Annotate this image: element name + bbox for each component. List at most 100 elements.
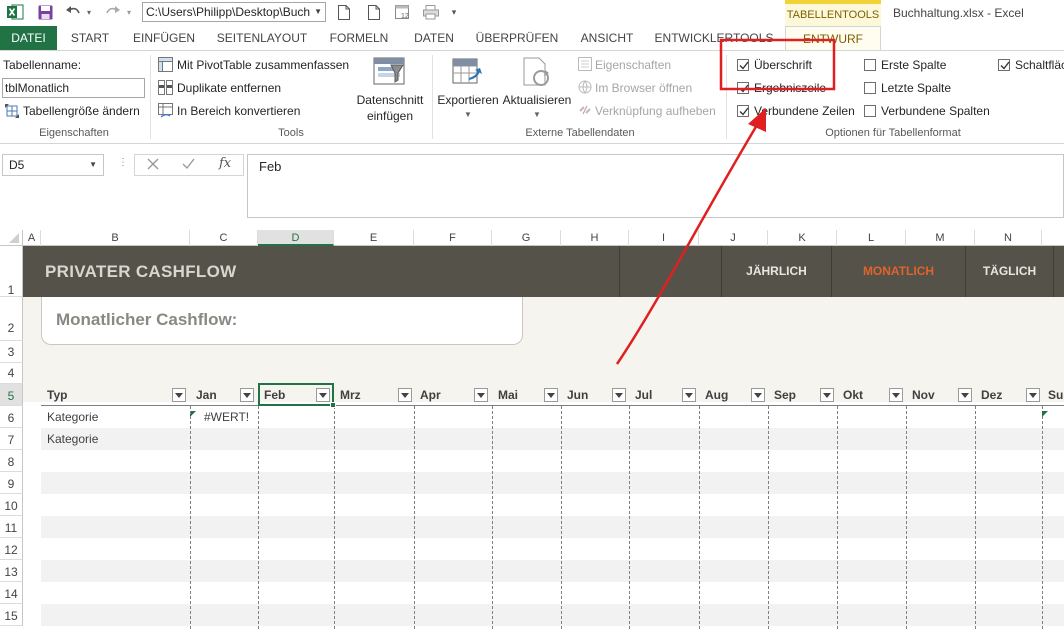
header-sum[interactable]: Su [1042, 384, 1064, 406]
first-column-checkbox[interactable] [864, 59, 876, 71]
export-dropdown-icon[interactable]: ▼ [437, 107, 499, 123]
row-header-9[interactable]: 9 [0, 472, 23, 494]
type-cell[interactable]: Kategorie [41, 428, 190, 450]
excel-logo-icon[interactable] [6, 3, 24, 21]
banded-columns-label[interactable]: Verbundene Spalten [881, 103, 990, 119]
filter-dropdown-icon[interactable] [751, 388, 765, 402]
banded-columns-checkbox[interactable] [864, 105, 876, 117]
header-row-label[interactable]: Überschrift [754, 57, 812, 73]
row-header-8[interactable]: 8 [0, 450, 23, 472]
banded-rows-label[interactable]: Verbundene Zeilen [754, 103, 855, 119]
refresh-button[interactable]: Aktualisieren [501, 92, 573, 108]
pivot-button[interactable]: Mit PivotTable zusammenfassen [177, 57, 349, 73]
undo-icon[interactable] [64, 3, 82, 21]
filter-dropdown-icon[interactable] [240, 388, 254, 402]
refresh-dropdown-icon[interactable]: ▼ [501, 107, 573, 123]
nav-daily[interactable]: TÄGLICH [965, 246, 1053, 297]
calendar-icon[interactable]: 12 [394, 3, 412, 21]
column-header-k[interactable]: K [768, 230, 837, 246]
customize-qat-icon[interactable]: ▾ [448, 3, 460, 21]
cancel-icon[interactable] [147, 158, 159, 173]
tab-developer[interactable]: ENTWICKLERTOOLS [652, 26, 776, 50]
refresh-icon[interactable] [521, 57, 555, 92]
remove-duplicates-button[interactable]: Duplikate entfernen [177, 80, 281, 96]
undo-dropdown-icon[interactable]: ▾ [84, 3, 94, 21]
row-header-14[interactable]: 14 [0, 582, 23, 604]
total-row-label[interactable]: Ergebniszeile [754, 80, 826, 96]
tab-data[interactable]: DATEN [406, 26, 462, 50]
print-preview-icon[interactable] [422, 3, 440, 21]
row-header-13[interactable]: 13 [0, 560, 23, 582]
export-button[interactable]: Exportieren [437, 92, 499, 108]
active-cell-d5[interactable] [258, 383, 334, 406]
save-icon[interactable] [36, 3, 54, 21]
column-header-h[interactable]: H [561, 230, 629, 246]
tab-view[interactable]: ANSICHT [572, 26, 642, 50]
name-box[interactable]: D5 ▼ [2, 154, 104, 176]
filter-dropdown-icon[interactable] [958, 388, 972, 402]
row-header-11[interactable]: 11 [0, 516, 23, 538]
export-icon[interactable] [451, 57, 485, 92]
redo-icon[interactable] [104, 3, 122, 21]
banded-rows-checkbox[interactable] [737, 105, 749, 117]
open-in-browser-button[interactable]: Im Browser öffnen [595, 80, 692, 96]
tab-review[interactable]: ÜBERPRÜFEN [472, 26, 562, 50]
column-header-e[interactable]: E [334, 230, 414, 246]
tab-design[interactable]: ENTWURF [785, 26, 881, 50]
filter-dropdown-icon[interactable] [172, 388, 186, 402]
value-cell[interactable]: #WERT! [190, 406, 258, 428]
tab-start[interactable]: START [65, 26, 115, 50]
filter-dropdown-icon[interactable] [612, 388, 626, 402]
filter-button-label[interactable]: Schaltfläche [1015, 57, 1064, 73]
filter-button-checkbox[interactable] [998, 59, 1010, 71]
tab-page-layout[interactable]: SEITENLAYOUT [212, 26, 312, 50]
filter-dropdown-icon[interactable] [682, 388, 696, 402]
row-header-7[interactable]: 7 [0, 428, 23, 450]
row-header-3[interactable]: 3 [0, 341, 23, 363]
row-header-10[interactable]: 10 [0, 494, 23, 516]
column-header-c[interactable]: C [190, 230, 258, 246]
column-header-d[interactable]: D [258, 230, 334, 246]
slicer-icon[interactable] [373, 57, 407, 90]
unlink-button[interactable]: Verknüpfung aufheben [595, 103, 716, 119]
last-column-checkbox[interactable] [864, 82, 876, 94]
tab-formulas[interactable]: FORMELN [322, 26, 396, 50]
row-header-4[interactable]: 4 [0, 363, 23, 384]
redo-dropdown-icon[interactable]: ▾ [124, 3, 134, 21]
filter-dropdown-icon[interactable] [474, 388, 488, 402]
insert-function-icon[interactable]: fx [219, 156, 231, 171]
resize-table-button[interactable]: Tabellengröße ändern [23, 103, 140, 119]
column-header-b[interactable]: B [41, 230, 190, 246]
nav-monthly[interactable]: MONATLICH [831, 246, 965, 297]
new-file-icon[interactable] [336, 3, 352, 21]
first-column-label[interactable]: Erste Spalte [881, 57, 946, 73]
open-file-icon[interactable] [366, 3, 382, 21]
select-all-corner[interactable] [0, 230, 23, 246]
filter-dropdown-icon[interactable] [889, 388, 903, 402]
filter-dropdown-icon[interactable] [1026, 388, 1040, 402]
column-header-f[interactable]: F [414, 230, 492, 246]
nav-yearly[interactable]: JÄHRLICH [721, 246, 831, 297]
row-header-12[interactable]: 12 [0, 538, 23, 560]
row-header-2[interactable]: 2 [0, 297, 23, 341]
header-type[interactable]: Typ [41, 384, 190, 406]
external-properties-button[interactable]: Eigenschaften [595, 57, 671, 73]
row-header-6[interactable]: 6 [0, 406, 23, 428]
row-header-15[interactable]: 15 [0, 604, 23, 626]
header-row-checkbox[interactable] [737, 59, 749, 71]
column-header-m[interactable]: M [906, 230, 975, 246]
filter-dropdown-icon[interactable] [398, 388, 412, 402]
column-header-n[interactable]: N [975, 230, 1042, 246]
enter-icon[interactable] [182, 158, 195, 173]
slicer-label-2[interactable]: einfügen [353, 108, 427, 124]
row-header-5[interactable]: 5 [0, 384, 23, 406]
column-header-i[interactable]: I [629, 230, 699, 246]
column-header-g[interactable]: G [492, 230, 561, 246]
filter-dropdown-icon[interactable] [820, 388, 834, 402]
fill-handle[interactable] [330, 402, 336, 408]
convert-to-range-button[interactable]: In Bereich konvertieren [177, 103, 300, 119]
tab-insert[interactable]: EINFÜGEN [126, 26, 202, 50]
tablename-input[interactable]: tblMonatlich [2, 78, 145, 98]
formula-input[interactable]: Feb [247, 154, 1064, 218]
path-combo[interactable]: C:\Users\Philipp\Desktop\Buch ▼ [142, 2, 326, 22]
